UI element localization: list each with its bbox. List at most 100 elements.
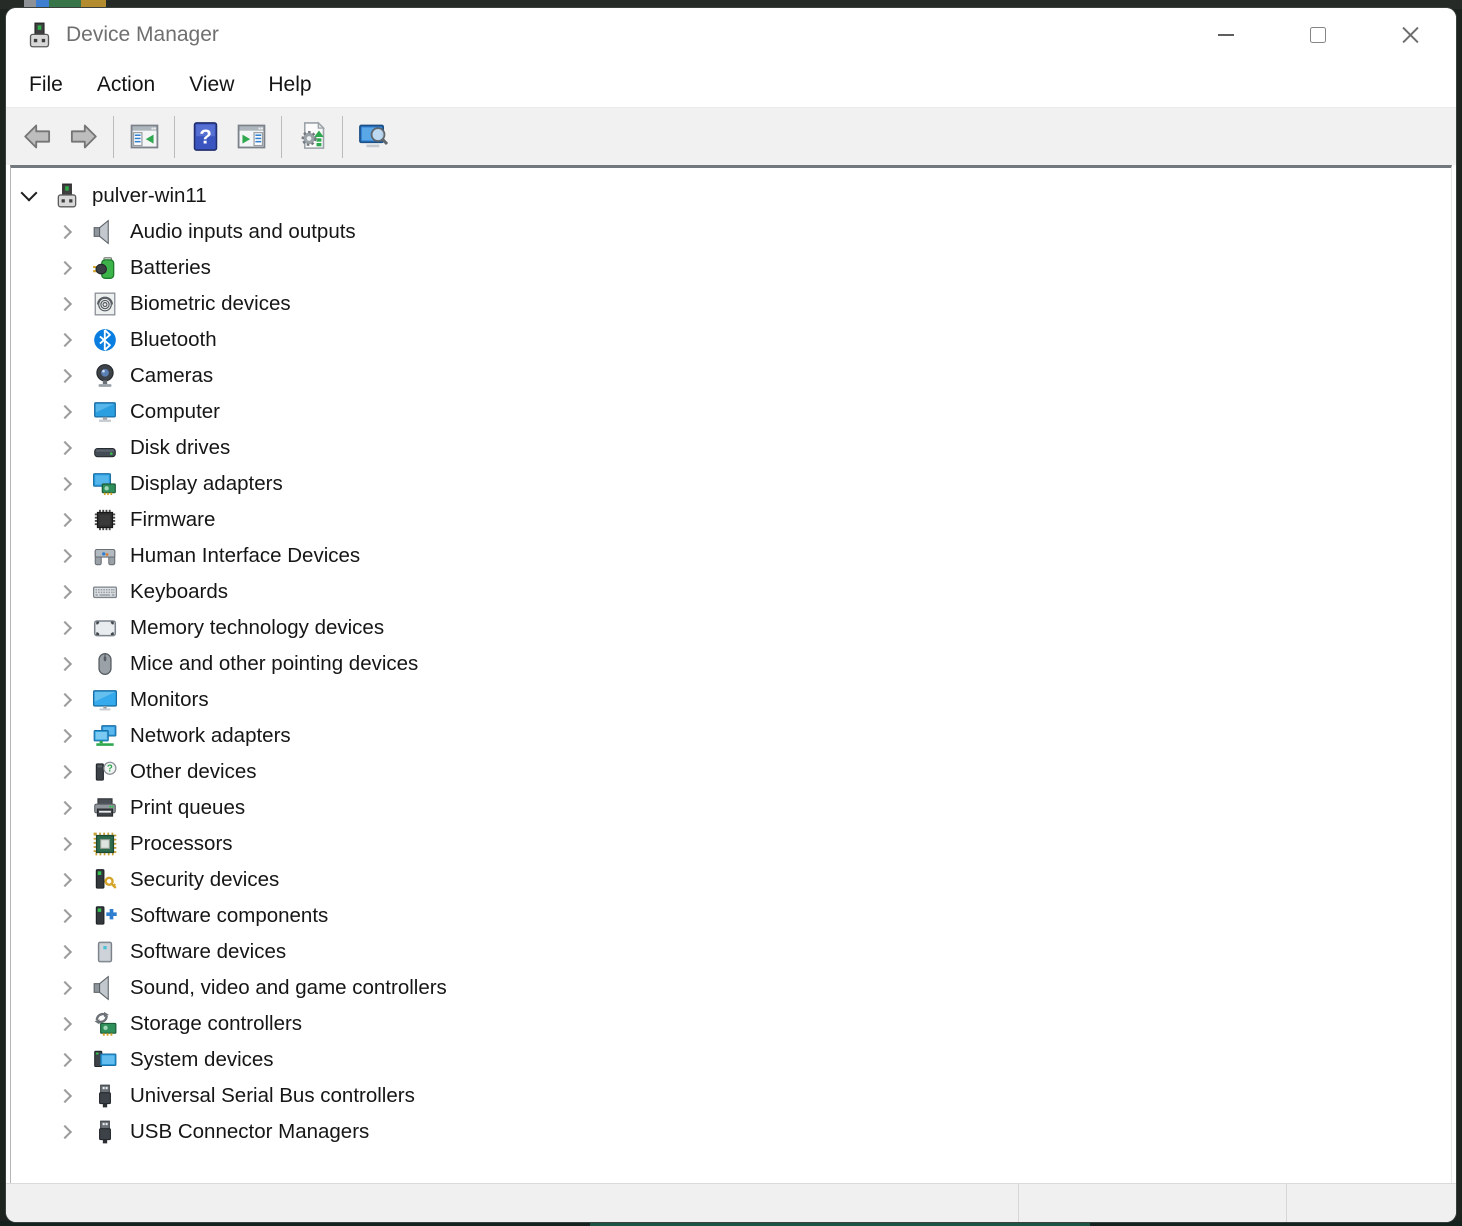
tree-item-keyboards[interactable]: Keyboards (11, 574, 1451, 610)
tree-item-system-devices[interactable]: System devices (11, 1042, 1451, 1078)
tree-item-software-components[interactable]: Software components (11, 898, 1451, 934)
menu-file[interactable]: File (12, 73, 80, 97)
chevron-right-icon[interactable] (58, 1088, 75, 1105)
maximize-icon (1310, 27, 1326, 43)
tree-item-computer[interactable]: Computer (11, 394, 1451, 430)
tree-item-usb-connector-managers[interactable]: USB Connector Managers (11, 1114, 1451, 1150)
back-arrow-button[interactable] (14, 115, 60, 159)
tree-item-label: Cameras (130, 364, 213, 388)
tree-item-universal-serial-bus-controllers[interactable]: Universal Serial Bus controllers (11, 1078, 1451, 1114)
chevron-right-icon[interactable] (58, 908, 75, 925)
chevron-right-icon[interactable] (58, 368, 75, 385)
tree-item-batteries[interactable]: Batteries (11, 250, 1451, 286)
forward-arrow-button[interactable] (60, 115, 106, 159)
tree-item-bluetooth[interactable]: Bluetooth (11, 322, 1451, 358)
tree-item-label: Software devices (130, 940, 286, 964)
tree-item-cameras[interactable]: Cameras (11, 358, 1451, 394)
chevron-right-icon[interactable] (58, 440, 75, 457)
chevron-right-icon[interactable] (58, 944, 75, 961)
display-adapter-icon (92, 471, 118, 497)
help-icon (190, 121, 221, 152)
menu-view[interactable]: View (172, 73, 251, 97)
show-action-pane-button[interactable] (228, 115, 274, 159)
storage-controller-icon (92, 1011, 118, 1037)
tree-item-label: Monitors (130, 688, 209, 712)
chevron-right-icon[interactable] (58, 980, 75, 997)
close-button[interactable] (1364, 8, 1456, 62)
tree-item-processors[interactable]: Processors (11, 826, 1451, 862)
chevron-right-icon[interactable] (58, 224, 75, 241)
chevron-right-icon[interactable] (58, 584, 75, 601)
tree-item-print-queues[interactable]: Print queues (11, 790, 1451, 826)
tree-item-disk-drives[interactable]: Disk drives (11, 430, 1451, 466)
close-icon (1401, 26, 1420, 45)
scan-hardware-changes-button[interactable] (289, 115, 335, 159)
tree-item-biometric-devices[interactable]: Biometric devices (11, 286, 1451, 322)
tree-item-label: Sound, video and game controllers (130, 976, 447, 1000)
screen: { "window": { "title": "Device Manager",… (0, 0, 1462, 1226)
chevron-right-icon[interactable] (58, 728, 75, 745)
fingerprint-icon (92, 291, 118, 317)
printer-icon (92, 795, 118, 821)
menu-help[interactable]: Help (251, 73, 328, 97)
software-device-icon (92, 939, 118, 965)
tree-item-mice-and-other-pointing-devices[interactable]: Mice and other pointing devices (11, 646, 1451, 682)
menu-action[interactable]: Action (80, 73, 172, 97)
chevron-right-icon[interactable] (58, 800, 75, 817)
chevron-right-icon[interactable] (58, 548, 75, 565)
maximize-button[interactable] (1272, 8, 1364, 62)
tree-item-firmware[interactable]: Firmware (11, 502, 1451, 538)
status-section-2 (1018, 1184, 1286, 1222)
chevron-right-icon[interactable] (58, 404, 75, 421)
minimize-button[interactable] (1180, 8, 1272, 62)
chevron-right-icon[interactable] (58, 476, 75, 493)
tree-item-storage-controllers[interactable]: Storage controllers (11, 1006, 1451, 1042)
tree-item-label: Other devices (130, 760, 256, 784)
chevron-right-icon[interactable] (58, 1052, 75, 1069)
tree-item-network-adapters[interactable]: Network adapters (11, 718, 1451, 754)
keyboard-icon (92, 579, 118, 605)
tree-item-sound-video-and-game-controllers[interactable]: Sound, video and game controllers (11, 970, 1451, 1006)
chevron-right-icon[interactable] (58, 1016, 75, 1033)
title-bar[interactable]: Device Manager (6, 8, 1456, 62)
tree-item-display-adapters[interactable]: Display adapters (11, 466, 1451, 502)
tree-item-label: Disk drives (130, 436, 230, 460)
chevron-right-icon[interactable] (58, 764, 75, 781)
chevron-right-icon[interactable] (58, 656, 75, 673)
help-button[interactable] (182, 115, 228, 159)
battery-icon (92, 255, 118, 281)
chevron-right-glyph (58, 1053, 72, 1067)
monitor-icon (92, 687, 118, 713)
tree-item-pulver-win11[interactable]: pulver-win11 (11, 178, 1451, 214)
chevron-right-icon[interactable] (58, 872, 75, 889)
software-component-icon (92, 903, 118, 929)
tree-item-monitors[interactable]: Monitors (11, 682, 1451, 718)
tree-item-software-devices[interactable]: Software devices (11, 934, 1451, 970)
tree-root-label: pulver-win11 (92, 184, 207, 208)
chevron-right-icon[interactable] (58, 620, 75, 637)
tree-item-security-devices[interactable]: Security devices (11, 862, 1451, 898)
chevron-right-icon[interactable] (58, 692, 75, 709)
tree-item-memory-technology-devices[interactable]: Memory technology devices (11, 610, 1451, 646)
show-console-tree-button[interactable] (121, 115, 167, 159)
tree-item-human-interface-devices[interactable]: Human Interface Devices (11, 538, 1451, 574)
chevron-right-icon[interactable] (58, 332, 75, 349)
chevron-right-glyph (58, 729, 72, 743)
tree-item-other-devices[interactable]: Other devices (11, 754, 1451, 790)
chevron-right-icon[interactable] (58, 296, 75, 313)
memory-card-icon (92, 615, 118, 641)
tree-item-label: System devices (130, 1048, 274, 1072)
chevron-right-icon[interactable] (58, 836, 75, 853)
toolbar-separator (113, 116, 114, 158)
chevron-right-glyph (58, 441, 72, 455)
chevron-right-icon[interactable] (58, 260, 75, 277)
window-controls (1180, 8, 1456, 62)
remote-computer-search-button[interactable] (350, 115, 396, 159)
tree-item-audio-inputs-and-outputs[interactable]: Audio inputs and outputs (11, 214, 1451, 250)
chevron-right-icon[interactable] (58, 1124, 75, 1141)
tree-item-label: Biometric devices (130, 292, 291, 316)
chevron-right-icon[interactable] (58, 512, 75, 529)
toolbar-separator (281, 116, 282, 158)
speaker-icon (92, 219, 118, 245)
chevron-down-icon[interactable] (20, 188, 37, 205)
